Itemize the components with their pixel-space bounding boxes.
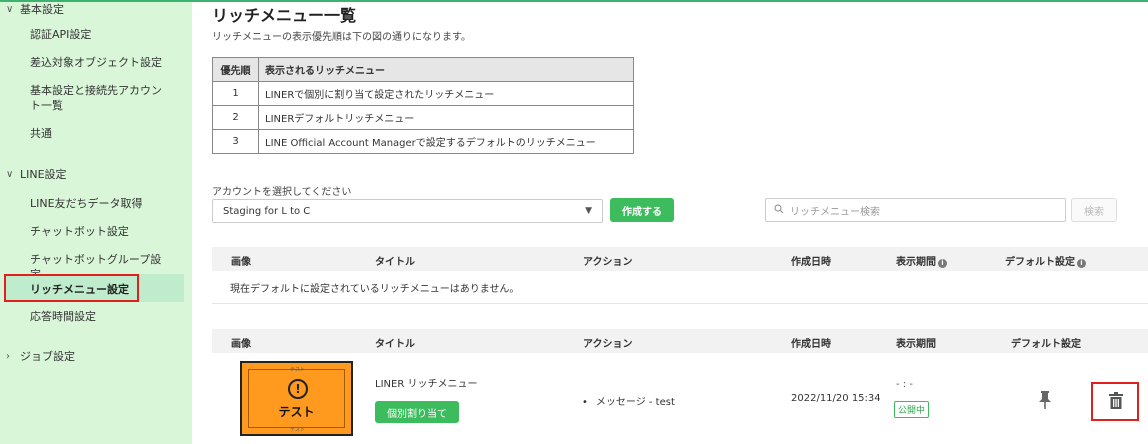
table-row: 3 LINE Official Account Managerで設定するデフォル… [212,129,634,154]
status-badge: 公開中 [894,401,930,418]
sidebar-item-line-friends[interactable]: LINE友だちデータ取得 [30,196,170,211]
default-table-header: 画像 タイトル アクション 作成日時 表示期間 i デフォルト設定 i [212,247,1148,271]
bullet-icon: • [582,397,588,408]
priority-number: 1 [212,81,259,106]
info-icon[interactable]: i [938,259,947,268]
column-created: 作成日時 [791,339,831,350]
sidebar-section-basic[interactable]: ∨ 基本設定 [0,2,192,16]
richmenu-period: - : - [896,379,913,390]
column-title: タイトル [375,339,415,350]
caret-down-icon: ▼ [585,206,592,216]
thumbnail-small-text: テスト [290,427,306,433]
sidebar-section-label: 基本設定 [20,3,64,16]
sidebar-section-label: LINE設定 [20,168,67,181]
priority-description: LINE Official Account Managerで設定するデフォルトの… [258,129,634,154]
info-icon[interactable]: i [1077,259,1086,268]
chevron-down-icon: ∨ [6,3,14,15]
column-default: デフォルト設定 i [1005,253,1086,268]
priority-description: LINERデフォルトリッチメニュー [258,105,634,130]
column-period-label: 表示期間 [896,257,936,268]
assign-button[interactable]: 個別割り当て [375,401,459,423]
search-icon [774,203,784,217]
sidebar: ∨ 基本設定 認証API設定 差込対象オブジェクト設定 基本設定と接続先アカウン… [0,2,192,444]
account-label: アカウントを選択してください [212,187,352,198]
sidebar-section-line[interactable]: ∨ LINE設定 [0,166,192,182]
column-image: 画像 [231,339,251,350]
column-title: タイトル [375,257,415,268]
table-row: 1 LINERで個別に割り当て設定されたリッチメニュー [212,81,634,106]
search-input[interactable]: リッチメニュー検索 [765,198,1066,222]
richmenu-thumbnail[interactable]: テスト テスト ! テスト [240,361,353,436]
richmenu-action-text: メッセージ - test [595,397,675,408]
priority-description: LINERで個別に割り当て設定されたリッチメニュー [258,81,634,106]
column-image: 画像 [231,257,251,268]
table-header: 優先順 [212,57,259,82]
sidebar-item-accounts[interactable]: 基本設定と接続先アカウント一覧 [30,83,165,113]
chevron-down-icon: ∨ [6,168,14,180]
account-select-value: Staging for L to C [223,205,311,217]
pin-icon[interactable] [1036,390,1054,410]
create-button[interactable]: 作成する [610,198,674,222]
trash-icon[interactable] [1109,392,1123,409]
column-default: デフォルト設定 [1011,339,1081,350]
menu-table-header: 画像 タイトル アクション 作成日時 表示期間 デフォルト設定 [212,329,1148,353]
search-button[interactable]: 検索 [1071,198,1117,222]
richmenu-created: 2022/11/20 15:34 [791,393,881,404]
richmenu-action: • メッセージ - test [582,393,675,408]
page-title: リッチメニュー一覧 [212,6,357,25]
sidebar-item-common[interactable]: 共通 [30,126,170,141]
sidebar-section-label: ジョブ設定 [20,350,75,363]
table-header: 表示されるリッチメニュー [258,57,634,82]
sidebar-item-insert-object[interactable]: 差込対象オブジェクト設定 [30,55,170,70]
chevron-right-icon: › [6,350,10,362]
column-action: アクション [583,339,633,350]
richmenu-title: LINER リッチメニュー [375,379,478,390]
priority-number: 2 [212,105,259,130]
column-default-label: デフォルト設定 [1005,257,1075,268]
column-period: 表示期間 [896,339,936,350]
sidebar-item-response-time[interactable]: 応答時間設定 [30,309,170,324]
column-created: 作成日時 [791,257,831,268]
sidebar-section-job[interactable]: › ジョブ設定 [0,348,192,364]
account-select[interactable]: Staging for L to C ▼ [212,199,603,223]
sidebar-item-auth-api[interactable]: 認証API設定 [30,27,170,42]
sidebar-item-richmenu-label: リッチメニュー設定 [30,283,129,296]
search-placeholder: リッチメニュー検索 [790,206,880,218]
priority-table: 優先順 表示されるリッチメニュー 1 LINERで個別に割り当て設定されたリッチ… [212,57,634,154]
warning-icon: ! [288,379,308,399]
table-row: 2 LINERデフォルトリッチメニュー [212,105,634,130]
empty-default-message: 現在デフォルトに設定されているリッチメニューはありません。 [212,271,1148,304]
column-period: 表示期間 i [896,253,947,268]
thumbnail-small-text: テスト [290,367,306,373]
priority-number: 3 [212,129,259,154]
thumbnail-text: テスト [278,405,315,419]
page-description: リッチメニューの表示優先順は下の図の通りになります。 [212,32,471,43]
sidebar-item-chatbot[interactable]: チャットボット設定 [30,224,170,239]
column-action: アクション [583,257,633,268]
